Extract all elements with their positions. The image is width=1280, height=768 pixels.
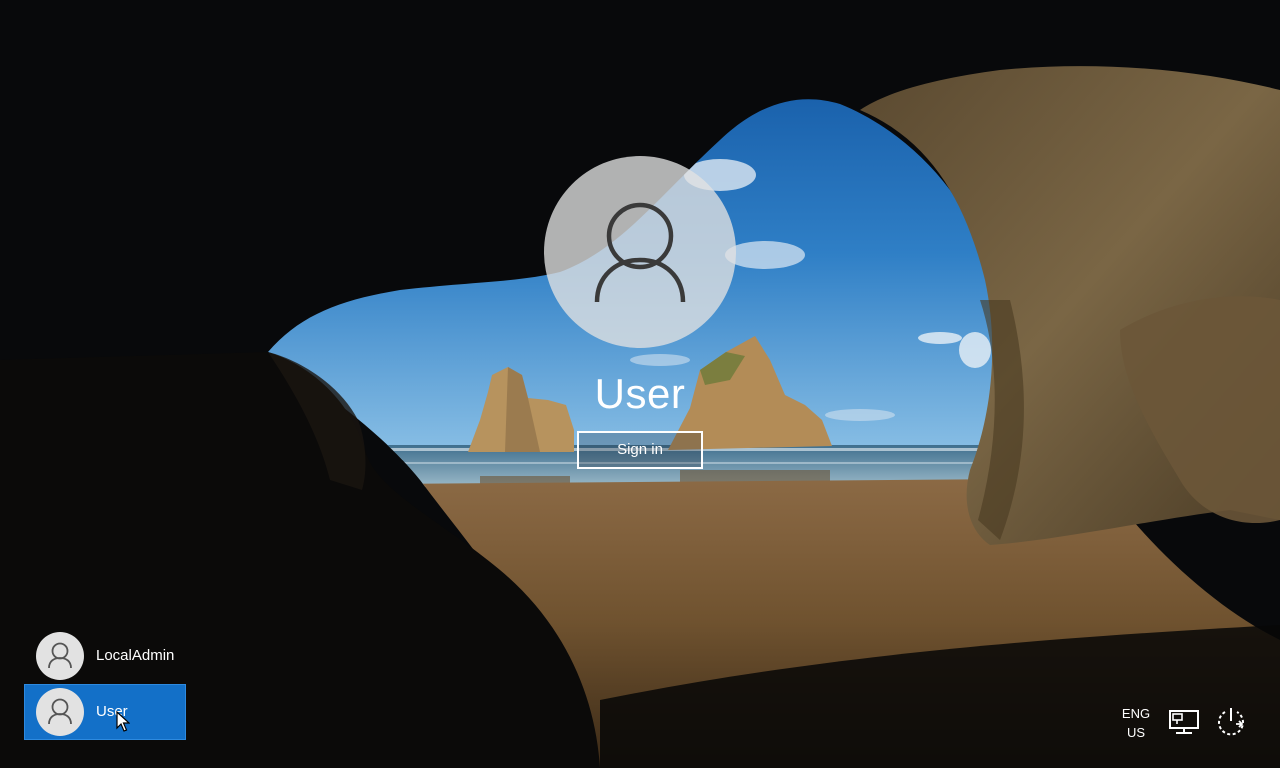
- selected-user-name: User: [594, 370, 686, 417]
- login-screen: User Sign in LocalAdmin User ENG US: [0, 0, 1280, 768]
- power-icon[interactable]: [1214, 706, 1248, 738]
- network-icon[interactable]: [1168, 708, 1200, 736]
- user-tile-localadmin[interactable]: LocalAdmin: [24, 628, 186, 684]
- language-line2: US: [1126, 725, 1146, 740]
- user-tile-label: LocalAdmin: [96, 647, 175, 664]
- user-avatar-icon: [36, 688, 84, 736]
- mouse-cursor-icon: [116, 711, 130, 732]
- user-avatar-icon: [36, 632, 84, 680]
- language-line1: ENG: [1121, 706, 1151, 721]
- user-tile-user[interactable]: User: [24, 684, 186, 740]
- user-avatar-icon: [544, 156, 736, 348]
- language-indicator[interactable]: ENG US: [1116, 704, 1156, 742]
- sign-in-button[interactable]: Sign in: [577, 431, 703, 469]
